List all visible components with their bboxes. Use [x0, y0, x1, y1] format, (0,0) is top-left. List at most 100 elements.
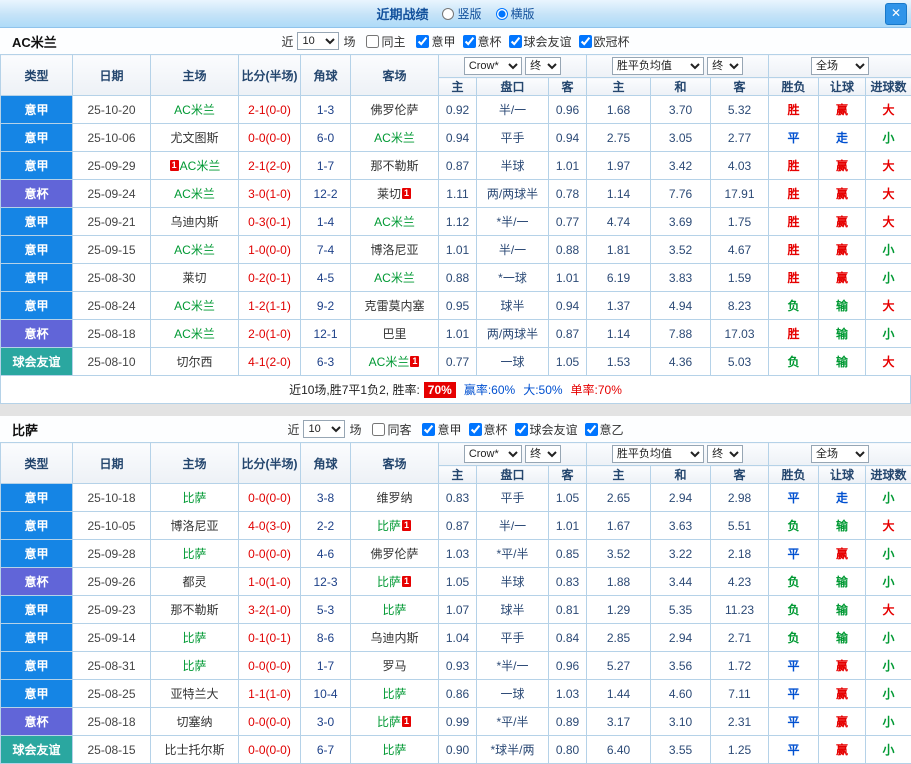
league-filter[interactable]: 球会友谊 — [515, 421, 578, 438]
away-team[interactable]: 比萨 — [351, 680, 439, 708]
odds-final-select[interactable]: 终 — [525, 57, 561, 75]
close-button[interactable]: ✕ — [885, 3, 907, 25]
away-team[interactable]: 莱切1 — [351, 180, 439, 208]
home-team[interactable]: 比萨 — [151, 540, 239, 568]
away-team[interactable]: 比萨 — [351, 736, 439, 764]
home-team[interactable]: 博洛尼亚 — [151, 512, 239, 540]
period-select[interactable]: 全场 — [811, 445, 869, 463]
home-team[interactable]: 乌迪内斯 — [151, 208, 239, 236]
avg-type-select[interactable]: 胜平负均值 — [612, 57, 704, 75]
avg-draw: 4.36 — [651, 348, 711, 376]
away-team[interactable]: 佛罗伦萨 — [351, 96, 439, 124]
odds-handicap: 两/两球半 — [477, 320, 549, 348]
away-team[interactable]: 比萨1 — [351, 708, 439, 736]
layout-vertical-option[interactable]: 竖版 — [442, 5, 481, 22]
same-venue-checkbox[interactable] — [366, 35, 379, 48]
home-team[interactable]: 都灵 — [151, 568, 239, 596]
away-team[interactable]: 巴里 — [351, 320, 439, 348]
league-checkbox[interactable] — [515, 423, 528, 436]
vertical-radio[interactable] — [442, 8, 454, 20]
league-filter[interactable]: 意甲 — [416, 33, 455, 50]
home-team[interactable]: AC米兰 — [151, 236, 239, 264]
home-team[interactable]: AC米兰 — [151, 320, 239, 348]
col-avg-draw: 和 — [651, 466, 711, 484]
league-filter[interactable]: 欧冠杯 — [579, 33, 630, 50]
avg-type-select[interactable]: 胜平负均值 — [612, 445, 704, 463]
odds-handicap: 半球 — [477, 152, 549, 180]
away-team[interactable]: 罗马 — [351, 652, 439, 680]
avg-away: 5.03 — [711, 348, 769, 376]
match-count-select[interactable]: 10 — [303, 420, 345, 438]
result-goals: 小 — [866, 708, 911, 736]
away-team[interactable]: 比萨1 — [351, 512, 439, 540]
match-count-select[interactable]: 10 — [297, 32, 339, 50]
away-team[interactable]: 比萨 — [351, 596, 439, 624]
same-venue-filter[interactable]: 同主 — [366, 33, 405, 50]
league-filter[interactable]: 意乙 — [585, 421, 624, 438]
home-team[interactable]: 比萨 — [151, 624, 239, 652]
home-team[interactable]: 比士托尔斯 — [151, 736, 239, 764]
odds-away: 0.81 — [549, 596, 587, 624]
home-team[interactable]: 1AC米兰 — [151, 152, 239, 180]
away-team[interactable]: AC米兰 — [351, 264, 439, 292]
home-team[interactable]: 比萨 — [151, 652, 239, 680]
league-checkbox[interactable] — [463, 35, 476, 48]
league-label: 意乙 — [600, 421, 624, 438]
bookmaker-select[interactable]: Crow* — [464, 445, 522, 463]
away-team[interactable]: 克雷莫内塞 — [351, 292, 439, 320]
home-team[interactable]: 切尔西 — [151, 348, 239, 376]
col-odds-away: 客 — [549, 78, 587, 96]
home-team[interactable]: 比萨 — [151, 484, 239, 512]
period-select[interactable]: 全场 — [811, 57, 869, 75]
away-team[interactable]: 那不勒斯 — [351, 152, 439, 180]
home-team[interactable]: 那不勒斯 — [151, 596, 239, 624]
home-team[interactable]: 莱切 — [151, 264, 239, 292]
away-team[interactable]: AC米兰 — [351, 124, 439, 152]
avg-final-select[interactable]: 终 — [707, 57, 743, 75]
same-venue-checkbox[interactable] — [372, 423, 385, 436]
away-team[interactable]: 博洛尼亚 — [351, 236, 439, 264]
corner-cell: 4-5 — [301, 264, 351, 292]
horizontal-radio[interactable] — [496, 8, 508, 20]
home-team[interactable]: 尤文图斯 — [151, 124, 239, 152]
same-venue-filter[interactable]: 同客 — [372, 421, 411, 438]
league-filter[interactable]: 意杯 — [469, 421, 508, 438]
odds-home: 0.88 — [439, 264, 477, 292]
match-date: 25-09-23 — [73, 596, 151, 624]
league-filter[interactable]: 球会友谊 — [509, 33, 572, 50]
result-handicap: 输 — [819, 568, 866, 596]
away-team[interactable]: AC米兰 — [351, 208, 439, 236]
away-team[interactable]: 维罗纳 — [351, 484, 439, 512]
layout-horizontal-option[interactable]: 横版 — [496, 5, 535, 22]
away-team[interactable]: 佛罗伦萨 — [351, 540, 439, 568]
away-team[interactable]: 乌迪内斯 — [351, 624, 439, 652]
league-checkbox[interactable] — [585, 423, 598, 436]
home-team[interactable]: AC米兰 — [151, 96, 239, 124]
col-score: 比分(半场) — [239, 55, 301, 96]
result-wdl: 胜 — [769, 320, 819, 348]
away-team[interactable]: AC米兰1 — [351, 348, 439, 376]
league-checkbox[interactable] — [416, 35, 429, 48]
odds-final-select[interactable]: 终 — [525, 445, 561, 463]
league-type-cell: 意甲 — [1, 292, 73, 320]
league-filter[interactable]: 意甲 — [422, 421, 461, 438]
league-label: 意甲 — [437, 421, 461, 438]
corner-cell: 3-0 — [301, 708, 351, 736]
league-checkbox[interactable] — [509, 35, 522, 48]
home-team[interactable]: AC米兰 — [151, 292, 239, 320]
league-checkbox[interactable] — [422, 423, 435, 436]
league-checkbox[interactable] — [579, 35, 592, 48]
result-handicap: 输 — [819, 320, 866, 348]
away-team[interactable]: 比萨1 — [351, 568, 439, 596]
avg-away: 2.98 — [711, 484, 769, 512]
bookmaker-select[interactable]: Crow* — [464, 57, 522, 75]
odds-home: 0.92 — [439, 96, 477, 124]
league-filter[interactable]: 意杯 — [463, 33, 502, 50]
home-team[interactable]: 切塞纳 — [151, 708, 239, 736]
home-team[interactable]: AC米兰 — [151, 180, 239, 208]
home-team[interactable]: 亚特兰大 — [151, 680, 239, 708]
avg-final-select[interactable]: 终 — [707, 445, 743, 463]
league-checkbox[interactable] — [469, 423, 482, 436]
table-body: 意甲25-10-20AC米兰2-1(0-0)1-3佛罗伦萨0.92半/一0.96… — [1, 96, 911, 376]
odds-home: 0.83 — [439, 484, 477, 512]
